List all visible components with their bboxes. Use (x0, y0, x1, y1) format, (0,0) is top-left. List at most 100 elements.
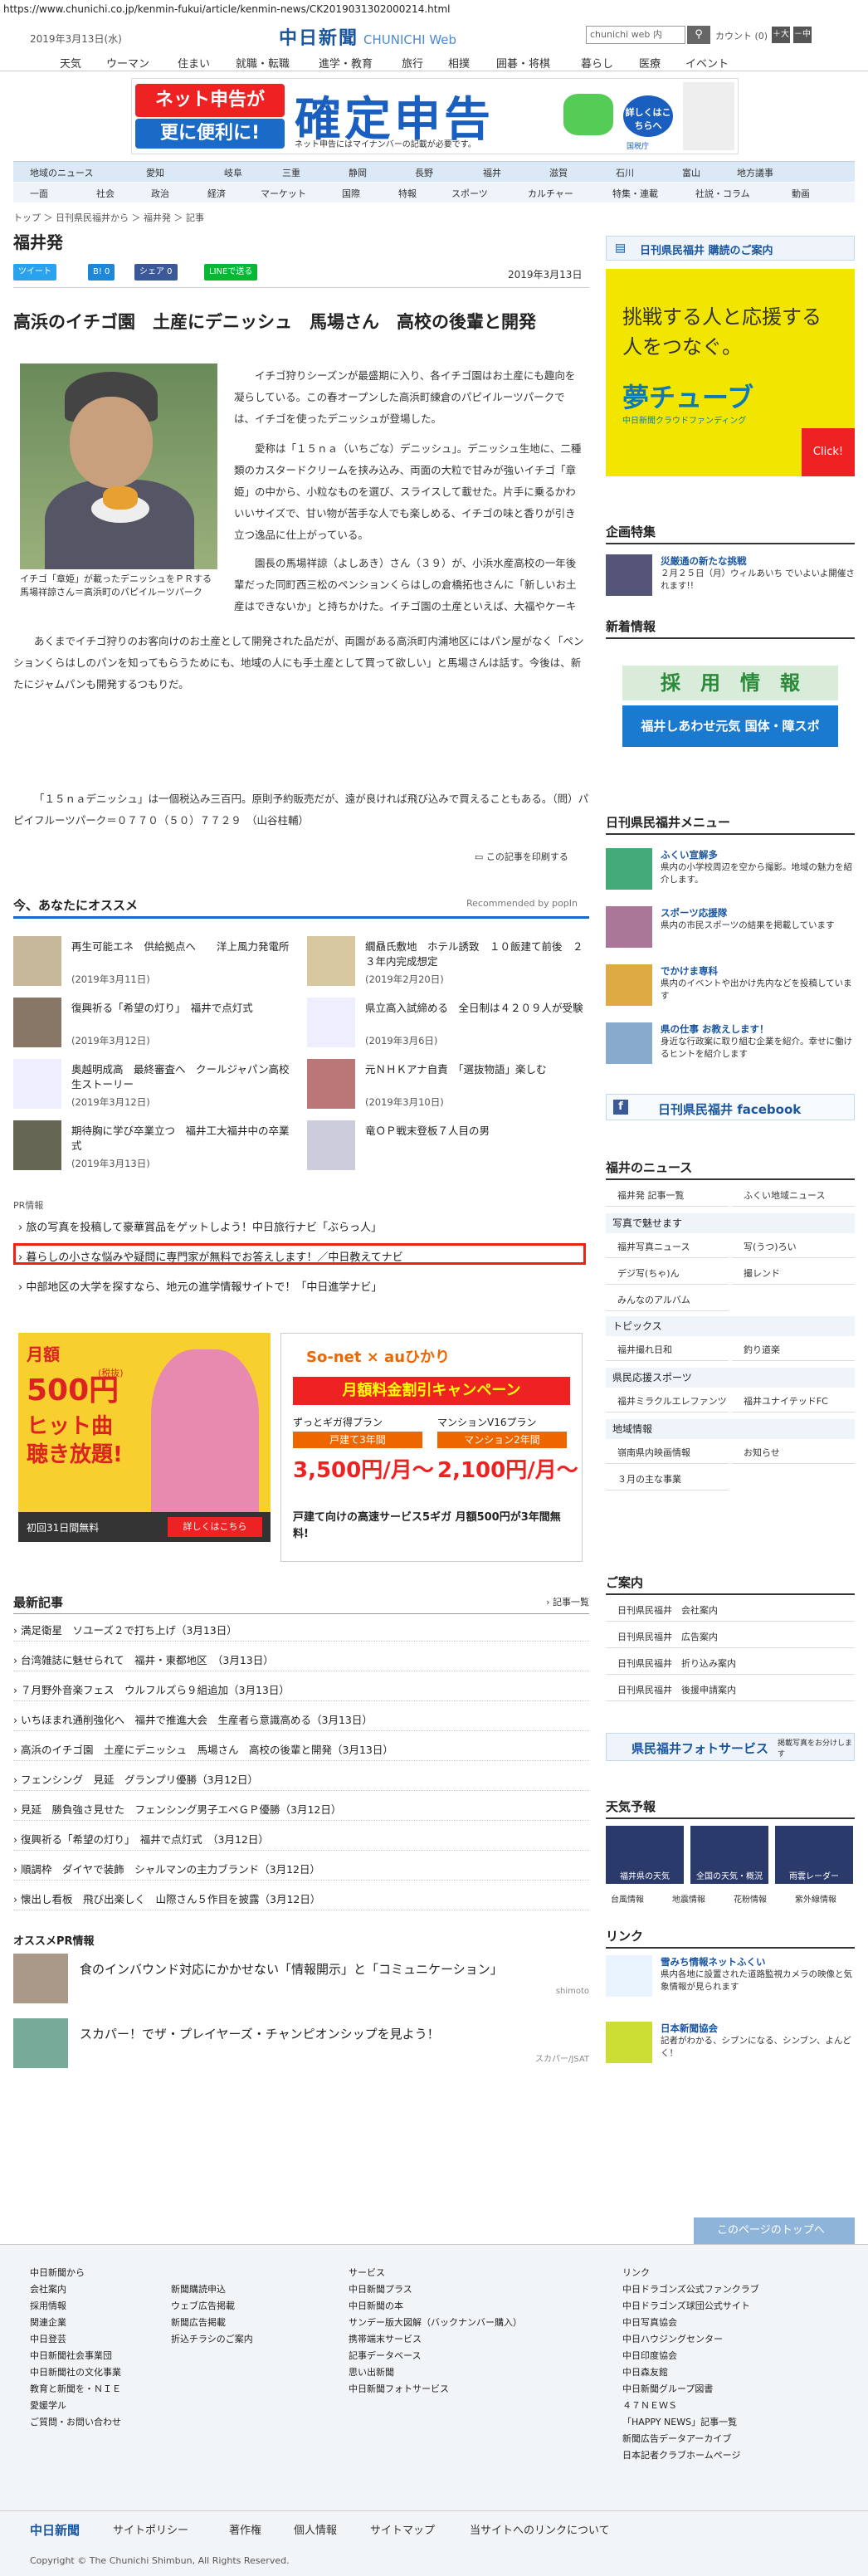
footer-link[interactable]: 中日森友館 (622, 2364, 759, 2381)
guide-link[interactable]: 日刊県民福井 折り込み案内 (606, 1653, 855, 1675)
article-list-link[interactable]: › 記事一覧 (546, 1595, 589, 1608)
gnav-item[interactable]: 就職・転職 (236, 55, 290, 71)
footer-link[interactable]: 中日新聞社の文化事業 (30, 2364, 121, 2381)
topics-link[interactable]: 釣り道楽 (732, 1339, 855, 1361)
hatena-button[interactable]: B! 0 (88, 264, 115, 281)
region-tab[interactable]: マーケット (261, 187, 306, 200)
footer-bar-link[interactable]: サイトマップ (370, 2521, 435, 2537)
gnav-item[interactable]: 囲碁・将棋 (496, 55, 550, 71)
photo-link[interactable]: 福井写真ニュース (606, 1237, 729, 1258)
footer-link[interactable]: 中日印度協会 (622, 2348, 759, 2364)
gnav-item[interactable]: 旅行 (402, 55, 423, 71)
latest-row[interactable]: › 台湾雑誌に魅せられて 福井・東都地区 （3月13日） (13, 1650, 589, 1671)
region-tab[interactable]: 一面 (30, 187, 48, 200)
recommend-item[interactable]: 復興祈る「希望の灯り」 福井で点灯式 (2019年3月12日) (13, 998, 295, 1051)
search-input[interactable]: chunichi web 内 (586, 26, 685, 44)
latest-row[interactable]: › 懐出し看板 飛び出楽しく 山際さん５作目を披露（3月12日） (13, 1889, 589, 1910)
footer-link[interactable]: 愛媛学ル (30, 2398, 121, 2414)
photo-link[interactable]: みんなのアルバム (606, 1290, 729, 1311)
guide-link[interactable]: 日刊県民福井 広告案内 (606, 1627, 855, 1648)
footer-link[interactable]: 「HAPPY NEWS」記事一覧 (622, 2414, 759, 2431)
facebook-share-button[interactable]: シェア 0 (134, 264, 178, 281)
footer-bar-link[interactable]: 個人情報 (294, 2521, 337, 2537)
region-tab[interactable]: 静岡 (349, 166, 367, 179)
latest-row[interactable]: › 見延 勝負強さ見せた フェンシング男子エペＧＰ優勝（3月12日） (13, 1799, 589, 1821)
search-icon[interactable]: ⚲ (687, 26, 710, 44)
footer-link[interactable]: 中日新聞グループ図書 (622, 2381, 759, 2398)
recommend-item[interactable]: 竜ＯＰ戦末登板７人目の男 (307, 1120, 589, 1173)
latest-row[interactable]: › いちほまれ通削強化へ 福井で推進大会 生産者ら意識高める（3月13日） (13, 1710, 589, 1731)
footer-link[interactable]: 会社案内 (30, 2281, 121, 2298)
footer-link[interactable]: 中日ドラゴンズ球団公式サイト (622, 2298, 759, 2315)
region-tab[interactable]: 社説・コラム (695, 187, 750, 200)
subscribe-banner[interactable]: 日刊県民福井 購読のご案内 ▤ (606, 236, 855, 261)
gnav-item[interactable]: 住まい (178, 55, 210, 71)
recommend-item[interactable]: 元ＮＨＫアナ自責 「選抜物語」楽しむ (2019年3月10日) (307, 1059, 589, 1112)
breadcrumb[interactable]: トップ ＞ 日刊県民福井から ＞ 福井発 ＞ 記事 (13, 211, 204, 224)
footer-link[interactable]: 新聞広告データアーカイブ (622, 2431, 759, 2447)
sports-link[interactable]: 福井ミラクルエレファンツ (606, 1391, 729, 1412)
region-tab[interactable]: 政治 (151, 187, 169, 200)
footer-bar-link[interactable]: サイトポリシー (113, 2521, 188, 2537)
footer-bar-link[interactable]: 当サイトへのリンクについて (470, 2521, 610, 2537)
recommend-item[interactable]: 繝贔氏敷地 ホテル誘致 １０飯建て前後 ２３年内完成想定 (2019年2月20日) (307, 936, 589, 989)
weather-link[interactable]: 花粉情報 (734, 1892, 767, 1905)
popin-credit[interactable]: Recommended by popIn (466, 898, 578, 909)
footer-link[interactable]: サンデー版大図解（バックナンバー購入） (349, 2315, 522, 2331)
footer-link[interactable]: 中日新聞社会事業団 (30, 2348, 121, 2364)
region-tab[interactable]: カルチャー (528, 187, 573, 200)
footer-link[interactable]: ご質問・お問い合わせ (30, 2414, 121, 2431)
footer-link[interactable]: 中日ハウジングセンター (622, 2331, 759, 2348)
sports-link[interactable]: 福井ユナイテッドFC (732, 1391, 855, 1412)
photo-service-banner[interactable]: 県民福井フォトサービス 掲載写真をお分けします (606, 1733, 855, 1761)
photo-link[interactable]: 撮レンド (732, 1263, 855, 1285)
latest-row[interactable]: › 順調枠 ダイヤで装飾 シャルマンの主力ブランド（3月12日） (13, 1859, 589, 1881)
region-tab[interactable]: 国際 (342, 187, 360, 200)
facebook-link[interactable]: f 日刊県民福井 facebook (606, 1094, 855, 1120)
fukui-banner[interactable]: 福井しあわせ元気 国体・障スポ 2018 (622, 705, 838, 775)
footer-link[interactable]: 中日新聞プラス (349, 2281, 522, 2298)
recommend-item[interactable]: 期待胸に学び卒業立つ 福井工大福井中の卒業式 (2019年3月13日) (13, 1120, 295, 1173)
guide-link[interactable]: 日刊県民福井 会社案内 (606, 1600, 855, 1622)
latest-row[interactable]: › ７月野外音楽フェス ウルフルズら９組追加（3月13日） (13, 1680, 589, 1701)
pr-link[interactable]: › 中部地区の大学を探すなら、地元の進学情報サイトで！「中日進学ナビ」 (18, 1278, 382, 1294)
recommend-item[interactable]: 奥越明成高 最終審査へ クールジャパン高校生ストーリー (2019年3月12日) (13, 1059, 295, 1112)
weather-fukui-tile[interactable]: 福井県の天気 (606, 1826, 684, 1884)
tax-ad-banner[interactable]: ネット申告が 更に便利に! 確定申告 ネット申告にはマイナンバーの記載が必要です… (131, 78, 739, 154)
weather-national-tile[interactable]: 全国の天気・概況 (690, 1826, 768, 1884)
tweet-button[interactable]: ツイート (13, 264, 56, 281)
region-tab[interactable]: 岐阜 (224, 166, 242, 179)
region-tab[interactable]: 動画 (792, 187, 810, 200)
footer-link[interactable]: 携帯端末サービス (349, 2331, 522, 2348)
gnav-item[interactable]: 暮らし (581, 55, 613, 71)
region-tab[interactable]: 富山 (682, 166, 700, 179)
font-size-large-button[interactable]: ＋大 (772, 27, 790, 43)
region-tab[interactable]: 地方議事 (737, 166, 773, 179)
ad-details-button[interactable]: 詳しくはこちらへ (623, 95, 673, 137)
weather-link[interactable]: 地震情報 (672, 1892, 705, 1905)
line-share-button[interactable]: LINEで送る (204, 264, 258, 281)
news-link[interactable]: ふくい地域ニュース (732, 1185, 855, 1207)
print-article-link[interactable]: ▭ この記事を印刷する (475, 850, 568, 863)
ad-click[interactable]: Click! (802, 428, 855, 476)
gnav-item[interactable]: ウーマン (106, 55, 149, 71)
recruit-banner[interactable]: 採 用 情 報 (622, 666, 838, 700)
footer-link[interactable]: 中日新聞フォトサービス (349, 2381, 522, 2398)
gnav-item[interactable]: 医療 (639, 55, 661, 71)
latest-row[interactable]: › 復興祈る「希望の灯り」 福井で点灯式 （3月12日） (13, 1829, 589, 1851)
footer-link[interactable]: 中日新聞の本 (349, 2298, 522, 2315)
gnav-item[interactable]: 相撲 (448, 55, 470, 71)
pr2-item[interactable]: 食のインバウンド対応にかかせない「情報開示」と「コミュニケーション」 shimot… (13, 1954, 589, 2003)
recommend-item[interactable]: 県立高入試締める 全日制は４２０９人が受験 (2019年3月6日) (307, 998, 589, 1051)
region-tab[interactable]: 長野 (415, 166, 433, 179)
region-link[interactable]: お知らせ (732, 1442, 855, 1464)
region-tab[interactable]: 石川 (616, 166, 634, 179)
recommend-item[interactable]: 再生可能エネ 供給拠点へ 洋上風力発電所 (2019年3月11日) (13, 936, 295, 989)
latest-row[interactable]: › 満足衛星 ソユーズ２で打ち上げ（3月13日） (13, 1620, 589, 1642)
region-link[interactable]: 嶺南県内映画情報 (606, 1442, 729, 1464)
region-tab[interactable]: 経済 (207, 187, 226, 200)
gnav-item[interactable]: イベント (685, 55, 729, 71)
footer-link[interactable]: 折込チラシのご案内 (171, 2331, 253, 2348)
footer-link[interactable]: 記事データベース (349, 2348, 522, 2364)
weather-link[interactable]: 紫外線情報 (795, 1892, 836, 1905)
